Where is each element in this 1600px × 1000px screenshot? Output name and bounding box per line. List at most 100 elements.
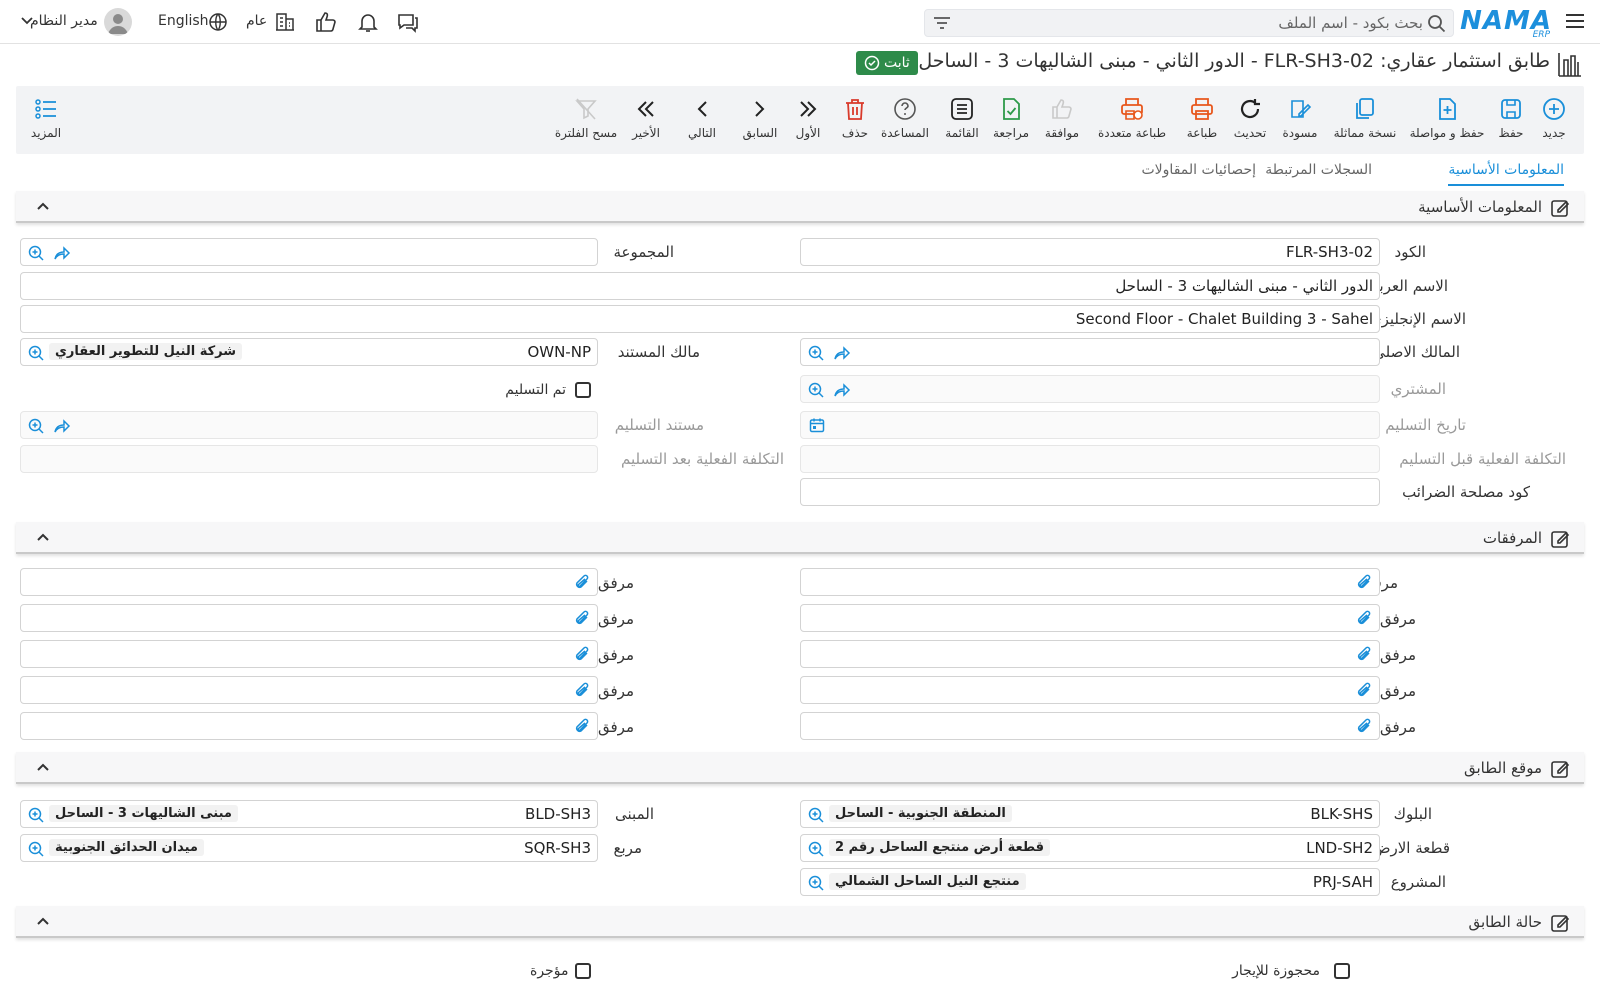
group-field[interactable] (20, 238, 598, 266)
reserved-for-rent-checkbox[interactable] (1334, 963, 1350, 979)
nama-logo[interactable]: NAMA ERP (1460, 4, 1552, 40)
paperclip-icon[interactable] (1355, 718, 1373, 736)
multi-print-button[interactable]: طباعة متعددة (1094, 96, 1170, 146)
cost-before-field[interactable] (800, 445, 1380, 473)
paperclip-icon[interactable] (573, 646, 591, 664)
duplicate-button[interactable]: نسخة مماثلة (1330, 96, 1400, 146)
delivery-date-field[interactable] (800, 411, 1380, 439)
tab-basic-info[interactable]: المعلومات الأساسية (1448, 162, 1564, 178)
tab-contracting-stats[interactable]: إحصائيات المقاولات (1142, 162, 1257, 178)
section-attachments-header[interactable]: المرفقات (16, 522, 1584, 554)
paperclip-icon[interactable] (1355, 682, 1373, 700)
search-plus-icon[interactable] (27, 840, 45, 858)
english-name-field[interactable]: Second Floor - Chalet Building 3 - Sahel (20, 305, 1380, 333)
section-basic-info-header[interactable]: المعلومات الأساسية (16, 191, 1584, 223)
refresh-button[interactable]: تحديث (1230, 96, 1270, 146)
search-icon[interactable] (1427, 14, 1447, 34)
buyer-field[interactable] (800, 375, 1380, 403)
chevron-up-icon[interactable] (36, 201, 50, 211)
save-button[interactable]: حفظ (1494, 96, 1528, 146)
paperclip-icon[interactable] (573, 574, 591, 592)
attachment-5-field[interactable] (20, 640, 598, 668)
share-arrow-icon[interactable] (833, 381, 851, 399)
next-button[interactable]: التالي (682, 96, 722, 146)
project-field[interactable]: PRJ-SAH منتجع النيل الساحل الشمالي (800, 868, 1380, 896)
building-field[interactable]: BLD-SH3 مبنى الشاليهات 3 - الساحل (20, 800, 598, 828)
review-button[interactable]: مراجعة (990, 96, 1032, 146)
share-arrow-icon[interactable] (53, 417, 71, 435)
search-plus-icon[interactable] (27, 806, 45, 824)
search-plus-icon[interactable] (27, 244, 45, 262)
tax-code-field[interactable] (800, 478, 1380, 506)
share-arrow-icon[interactable] (53, 244, 71, 262)
delivery-doc-field[interactable] (20, 411, 598, 439)
land-field[interactable]: LND-SH2 قطعة أرض منتجع الساحل رقم 2 (800, 834, 1380, 862)
previous-button[interactable]: السابق (740, 96, 780, 146)
more-button[interactable]: المزيد (26, 96, 66, 146)
share-arrow-icon[interactable] (833, 344, 851, 362)
paperclip-icon[interactable] (1355, 574, 1373, 592)
attachment-3-field[interactable] (20, 604, 598, 632)
delivered-checkbox[interactable] (575, 382, 591, 398)
first-button[interactable]: الأول (788, 96, 828, 146)
delete-button[interactable]: حذف (838, 96, 872, 146)
paperclip-icon[interactable] (1355, 610, 1373, 628)
language-switch[interactable]: English (158, 13, 209, 29)
chevron-down-icon[interactable] (10, 14, 34, 38)
section-location-header[interactable]: موقع الطابق (16, 752, 1584, 784)
attachment-field[interactable] (800, 568, 1380, 596)
thumbs-up-icon[interactable] (314, 10, 338, 34)
approve-button[interactable]: موافقة (1040, 96, 1084, 146)
last-button[interactable]: الأخير (626, 96, 666, 146)
arabic-name-field[interactable]: الدور الثاني - مبنى الشاليهات 3 - الساحل (20, 272, 1380, 300)
search-plus-icon[interactable] (807, 840, 825, 858)
clear-filter-button[interactable]: مسح الفلترة (554, 96, 618, 146)
paperclip-icon[interactable] (573, 610, 591, 628)
chevron-up-icon[interactable] (36, 916, 50, 926)
user-name[interactable]: مدير النظام (30, 13, 98, 29)
paperclip-icon[interactable] (1355, 646, 1373, 664)
search-plus-icon[interactable] (807, 381, 825, 399)
help-button[interactable]: المساعدة (878, 96, 932, 146)
bell-icon[interactable] (356, 10, 380, 34)
search-plus-icon[interactable] (807, 344, 825, 362)
draft-button[interactable]: مسودة (1278, 96, 1322, 146)
attachment-6-field[interactable] (800, 676, 1380, 704)
attachment-1-field[interactable] (20, 568, 598, 596)
search-plus-icon[interactable] (807, 874, 825, 892)
avatar[interactable] (104, 8, 132, 36)
search-input[interactable] (983, 12, 1423, 34)
doc-owner-field[interactable]: OWN-NP شركة النيل للتطوير العقاري (20, 338, 598, 366)
search-plus-icon[interactable] (807, 806, 825, 824)
building-icon[interactable] (272, 10, 296, 34)
section-floor-status-header[interactable]: حالة الطابق (16, 906, 1584, 938)
attachment-2-field[interactable] (800, 604, 1380, 632)
attachment-8-field[interactable] (800, 712, 1380, 740)
attachment-7-field[interactable] (20, 676, 598, 704)
filter-icon[interactable] (933, 15, 951, 31)
cost-after-field[interactable] (20, 445, 598, 473)
list-label: القائمة (945, 126, 979, 140)
search-plus-icon[interactable] (27, 417, 45, 435)
code-field[interactable]: FLR-SH3-02 (800, 238, 1380, 266)
square-field[interactable]: SQR-SH3 ميدان الحدائق الجنوبية (20, 834, 598, 862)
print-button[interactable]: طباعة (1182, 96, 1222, 146)
paperclip-icon[interactable] (573, 682, 591, 700)
new-button[interactable]: جديد (1536, 96, 1572, 146)
menu-icon[interactable] (1562, 10, 1586, 34)
chevron-up-icon[interactable] (36, 762, 50, 772)
attachment-9-field[interactable] (20, 712, 598, 740)
original-owner-field[interactable] (800, 338, 1380, 366)
rented-checkbox[interactable] (575, 963, 591, 979)
tab-related-records[interactable]: السجلات المرتبطة (1265, 162, 1372, 178)
chat-icon[interactable] (396, 10, 420, 34)
scope-label[interactable]: عام (246, 13, 267, 29)
attachment-4-field[interactable] (800, 640, 1380, 668)
block-field[interactable]: BLK-SHS المنطقة الجنوبية - الساحل (800, 800, 1380, 828)
search-plus-icon[interactable] (27, 344, 45, 362)
list-button[interactable]: القائمة (940, 96, 984, 146)
chevron-up-icon[interactable] (36, 532, 50, 542)
calendar-icon[interactable] (809, 417, 825, 433)
paperclip-icon[interactable] (573, 718, 591, 736)
save-continue-button[interactable]: حفظ و مواصلة (1406, 96, 1488, 146)
